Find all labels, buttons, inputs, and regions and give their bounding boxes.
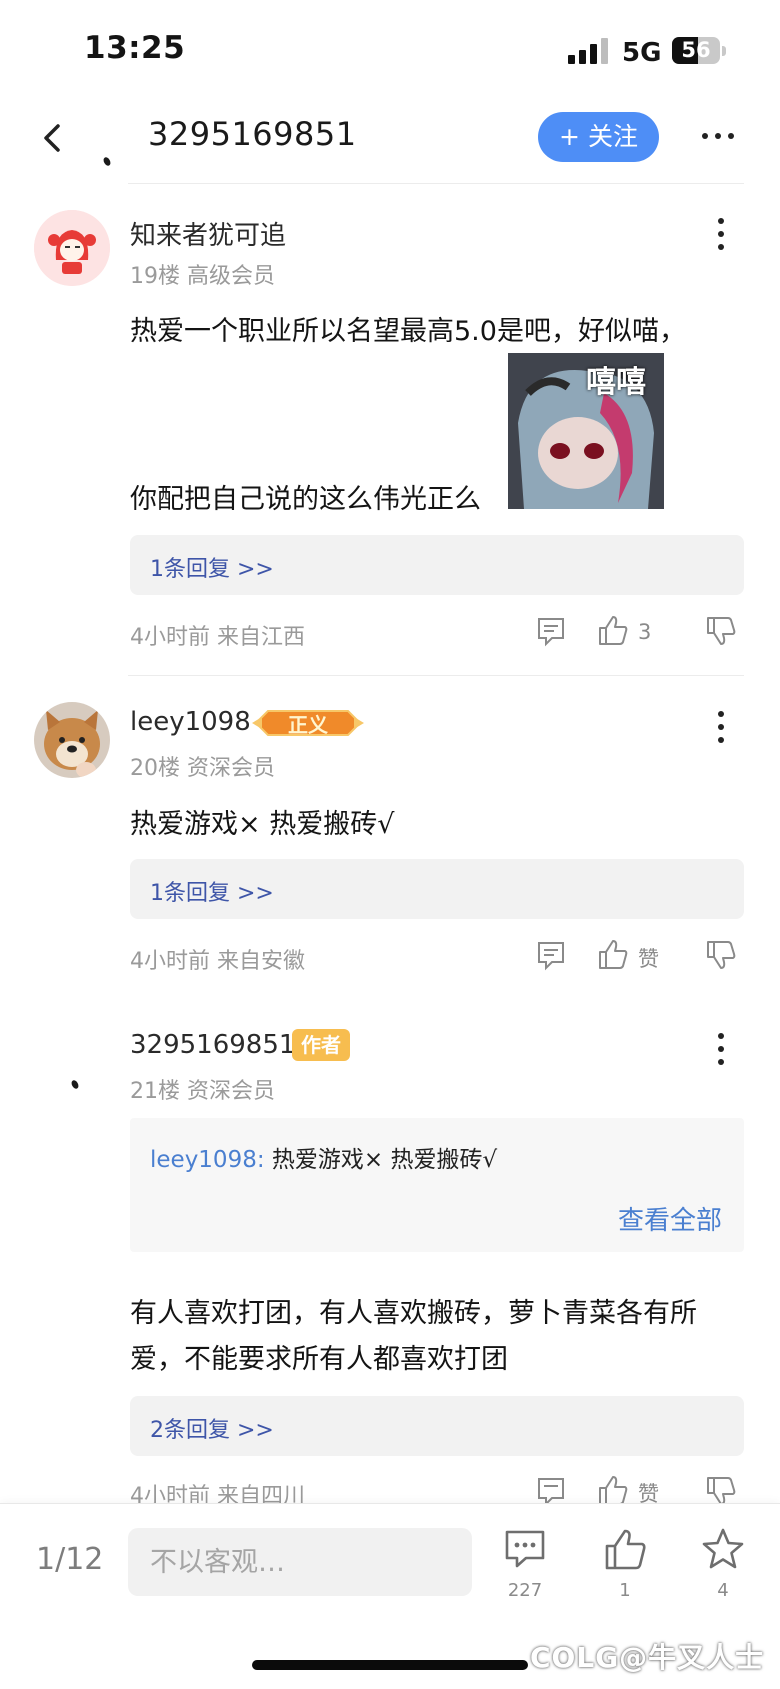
back-icon[interactable]: [34, 118, 74, 158]
quoted-reply-text: leey1098: 热爱游戏× 热爱搬砖√: [150, 1140, 497, 1174]
follow-button[interactable]: + 关注: [538, 112, 659, 162]
post-text-line: 有人喜欢打团，有人喜欢搬砖，萝卜青菜各有所: [130, 1298, 697, 1329]
comment-icon[interactable]: [534, 938, 568, 972]
sticker-caption: 嘻嘻: [586, 365, 646, 400]
comment-icon[interactable]: [502, 1526, 548, 1572]
author-badge: 作者: [292, 1029, 350, 1061]
post-floor-info: 19楼 高级会员: [130, 264, 275, 289]
title-badge: 正义: [252, 707, 364, 739]
signal-icon: [568, 38, 610, 64]
like-label: 赞: [638, 947, 659, 971]
post-menu-icon[interactable]: [716, 1033, 726, 1067]
battery-tip: [722, 46, 726, 56]
replies-label: 2条回复 >>: [150, 1418, 274, 1443]
page-title: 3295169851: [148, 115, 357, 153]
dislike-icon[interactable]: [704, 614, 738, 648]
like-icon[interactable]: [596, 937, 630, 971]
like-icon[interactable]: [602, 1526, 648, 1572]
quoted-reply[interactable]: leey1098: 热爱游戏× 热爱搬砖√ 查看全部: [130, 1118, 744, 1252]
dislike-icon[interactable]: [704, 938, 738, 972]
page-indicator[interactable]: 1/12: [36, 1542, 103, 1577]
status-time: 13:25: [84, 30, 186, 66]
like-count: 1: [619, 1580, 631, 1601]
comment-icon[interactable]: [534, 614, 568, 648]
like-icon[interactable]: [596, 1473, 630, 1507]
post-username[interactable]: 知来者犹可追: [130, 215, 286, 252]
view-all-link[interactable]: 查看全部: [618, 1200, 722, 1237]
post-menu-icon[interactable]: [716, 218, 726, 252]
network-label: 5G: [622, 38, 662, 68]
post-text: 热爱游戏× 热爱搬砖√: [130, 809, 395, 840]
sticker-image: 嘻嘻: [508, 353, 664, 509]
post-username[interactable]: leey1098: [130, 707, 251, 737]
post-menu-icon[interactable]: [716, 711, 726, 745]
quoted-content: 热爱游戏× 热爱搬砖√: [271, 1147, 498, 1173]
replies-label: 1条回复 >>: [150, 881, 274, 906]
comment-count: 227: [507, 1580, 543, 1601]
home-indicator[interactable]: [252, 1660, 528, 1670]
post-text-line: 爱，不能要求所有人都喜欢打团: [130, 1344, 508, 1375]
like-icon[interactable]: [596, 613, 630, 647]
avatar[interactable]: [34, 210, 110, 286]
replies-link[interactable]: 1条回复 >>: [130, 535, 744, 595]
post-username[interactable]: 3295169851: [130, 1030, 295, 1060]
post-time-location: 4小时前 来自安徽: [130, 949, 305, 974]
battery-level: 56: [681, 38, 711, 62]
favorite-count: 4: [717, 1580, 729, 1601]
avatar[interactable]: [34, 702, 110, 778]
more-icon[interactable]: [700, 126, 736, 146]
star-icon[interactable]: [700, 1526, 746, 1572]
quoted-username[interactable]: leey1098:: [150, 1147, 265, 1173]
replies-link[interactable]: 2条回复 >>: [130, 1396, 744, 1456]
like-count: 3: [638, 620, 652, 644]
watermark: COLG@牛叉人士: [530, 1641, 765, 1674]
bug-speck: [70, 1079, 80, 1090]
post-text-line: 你配把自己说的这么伟光正么: [130, 484, 481, 515]
post-floor-info: 20楼 资深会员: [130, 756, 275, 781]
comment-input[interactable]: [128, 1528, 472, 1596]
post-floor-info: 21楼 资深会员: [130, 1079, 275, 1104]
post-divider: [128, 675, 744, 676]
post-time-location: 4小时前 来自江西: [130, 625, 305, 650]
title-badge-text: 正义: [288, 713, 328, 737]
post-text-line: 热爱一个职业所以名望最高5.0是吧，好似喵，: [130, 316, 686, 347]
replies-link[interactable]: 1条回复 >>: [130, 859, 744, 919]
header-divider: [128, 183, 744, 184]
battery-icon: 56: [672, 37, 720, 64]
replies-label: 1条回复 >>: [150, 557, 274, 582]
bug-speck: [102, 156, 112, 167]
